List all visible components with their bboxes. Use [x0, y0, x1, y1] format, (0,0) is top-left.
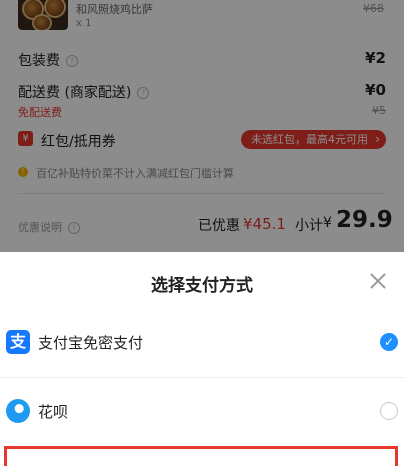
sheet-title: 选择支付方式 — [151, 276, 253, 296]
close-icon[interactable] — [366, 269, 390, 293]
payment-option-label: 花呗 — [38, 403, 69, 421]
highlight-box — [4, 446, 398, 466]
check-icon[interactable]: ✓ — [380, 333, 398, 351]
alipay-logo: 支 — [6, 330, 30, 354]
payment-option-alipay[interactable]: 支 支付宝免密支付 ✓ — [0, 316, 404, 368]
huabei-logo — [6, 399, 30, 423]
payment-sheet: 选择支付方式 支 支付宝免密支付 ✓ 花呗 — [0, 252, 404, 460]
radio-unchecked-icon[interactable] — [380, 402, 398, 420]
payment-option-label: 支付宝免密支付 — [38, 334, 144, 352]
divider — [0, 377, 404, 378]
payment-option-huabei[interactable]: 花呗 — [0, 385, 404, 437]
modal-backdrop[interactable] — [0, 0, 404, 252]
